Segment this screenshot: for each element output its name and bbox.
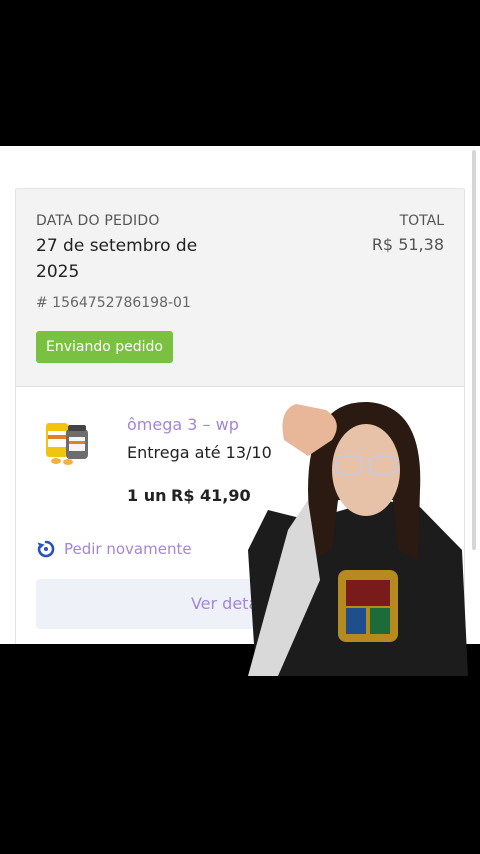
presenter-video-overlay bbox=[248, 401, 468, 676]
order-total-label: TOTAL bbox=[399, 213, 444, 229]
order-date-label: DATA DO PEDIDO bbox=[36, 213, 160, 229]
reorder-button[interactable]: Pedir novamente bbox=[36, 539, 192, 559]
order-number: # 1564752786198-01 bbox=[36, 295, 191, 311]
order-header: DATA DO PEDIDO 27 de setembro de 2025 TO… bbox=[16, 189, 464, 387]
status-badge: Enviando pedido bbox=[36, 331, 173, 363]
refresh-icon bbox=[37, 540, 55, 558]
product-image[interactable] bbox=[44, 417, 94, 467]
scrollbar[interactable] bbox=[472, 150, 476, 550]
item-price: R$ 41,90 bbox=[171, 486, 251, 505]
order-date-value: 27 de setembro de 2025 bbox=[36, 236, 198, 282]
order-total-value: R$ 51,38 bbox=[371, 235, 444, 254]
product-name[interactable]: ômega 3 – wp bbox=[127, 415, 239, 434]
item-quantity: 1 un bbox=[127, 486, 167, 505]
reorder-label: Pedir novamente bbox=[64, 540, 192, 558]
